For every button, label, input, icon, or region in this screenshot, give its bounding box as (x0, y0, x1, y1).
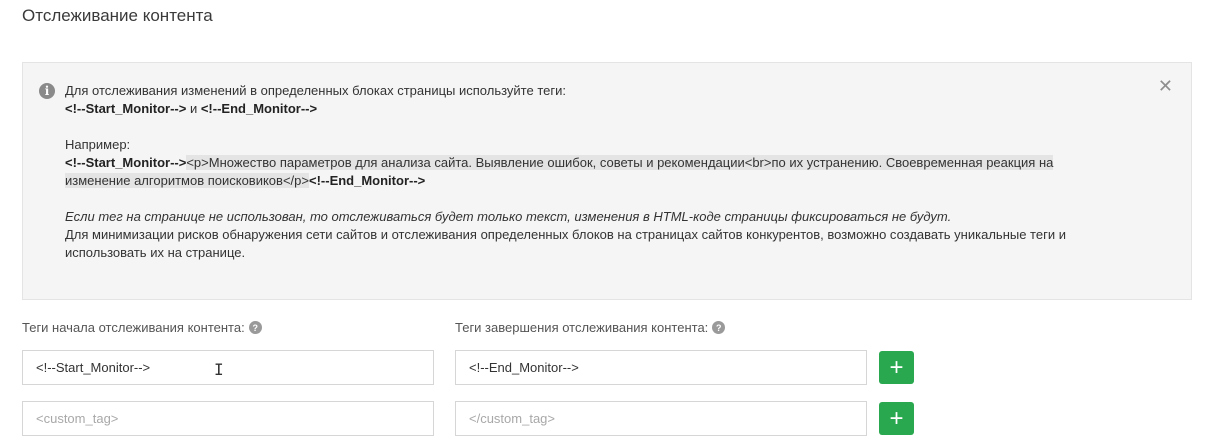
note-plain: Для минимизации рисков обнаружения сети … (65, 227, 1066, 260)
info-text: Для отслеживания изменений в определенны… (65, 82, 1111, 262)
page-title: Отслеживание контента (22, 6, 213, 25)
custom-start-tag-input[interactable] (22, 401, 434, 436)
example-start-tag: <!--Start_Monitor--> (65, 155, 187, 170)
end-tag-input[interactable] (455, 350, 867, 385)
end-tag-text: <!--End_Monitor--> (200, 101, 318, 116)
info-box: i ✕ Для отслеживания изменений в определ… (22, 62, 1192, 300)
plus-icon: + (889, 404, 904, 432)
example-end-tag: <!--End_Monitor--> (308, 173, 426, 188)
example-line: <!--Start_Monitor--><p>Множество парамет… (65, 154, 1111, 190)
add-custom-tag-button[interactable]: + (879, 402, 914, 435)
add-tag-button[interactable]: + (879, 351, 914, 384)
end-tags-label-text: Теги завершения отслеживания контента: (455, 320, 709, 335)
start-tag-text: <!--Start_Monitor--> (65, 101, 187, 116)
plus-icon: + (889, 353, 904, 381)
info-tags-line: <!--Start_Monitor--> и <!--End_Monitor--… (65, 100, 1111, 118)
end-tags-label: Теги завершения отслеживания контента: ? (455, 320, 726, 335)
close-icon[interactable]: ✕ (1158, 77, 1173, 95)
info-line1: Для отслеживания изменений в определенны… (65, 83, 566, 98)
example-code: <p>Множество параметров для анализа сайт… (65, 155, 1054, 188)
help-icon[interactable]: ? (248, 321, 262, 334)
start-tags-label: Теги начала отслеживания контента: ? (22, 320, 262, 335)
note-italic: Если тег на странице не использован, то … (65, 209, 952, 224)
info-icon: i (39, 83, 55, 99)
start-tag-input[interactable] (22, 350, 434, 385)
help-icon[interactable]: ? (712, 321, 726, 334)
example-label: Например: (65, 137, 131, 152)
start-tags-label-text: Теги начала отслеживания контента: (22, 320, 245, 335)
custom-end-tag-input[interactable] (455, 401, 867, 436)
text-cursor-icon: I (214, 360, 224, 379)
and-word: и (186, 101, 201, 116)
